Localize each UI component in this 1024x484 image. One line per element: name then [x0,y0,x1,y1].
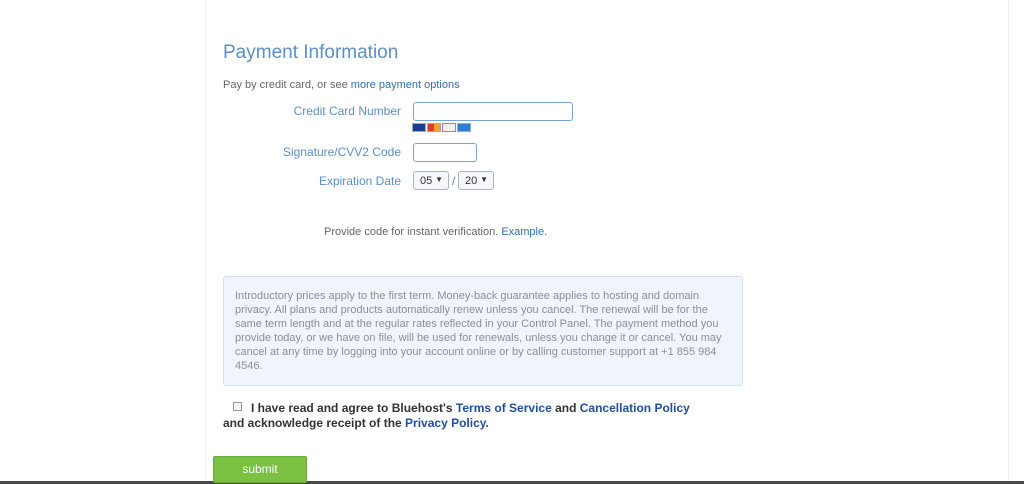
privacy-policy-link[interactable]: Privacy Policy. [405,416,489,430]
agreement: I have read and agree to Bluehost's Term… [223,401,703,431]
mastercard-icon [427,123,441,132]
payment-subtitle: Pay by credit card, or see more payment … [223,79,460,91]
more-payment-options-link[interactable]: more payment options [351,79,460,91]
notice-text: Introductory prices apply to the first t… [235,290,722,372]
submit-button[interactable]: submit [213,456,307,483]
cvv-input[interactable] [413,143,477,162]
cvv-label: Signature/CVV2 Code [282,145,401,159]
expiration-year-value: 20 [465,174,478,187]
expiration-label: Expiration Date [318,174,401,188]
expiration-month-select[interactable]: 05 ▼ [413,171,449,190]
amex-icon [457,123,471,132]
chevron-down-icon: ▼ [435,175,443,184]
verification-note: Provide code for instant verification. E… [324,226,547,238]
agree-text-3: and acknowledge receipt of the [223,416,406,430]
subtitle-text: Pay by credit card, or see [223,79,351,91]
visa-icon [412,123,426,132]
cancellation-policy-link[interactable]: Cancellation Policy [580,401,690,415]
terms-of-service-link[interactable]: Terms of Service [456,401,552,415]
expiration-separator: / [452,174,456,188]
page-title: Payment Information [223,42,399,63]
agree-checkbox[interactable] [233,402,242,411]
renewal-notice: Introductory prices apply to the first t… [223,276,743,386]
expiration-month-value: 05 [420,174,433,187]
card-logos [412,123,471,132]
credit-card-label: Credit Card Number [293,104,401,118]
chevron-down-icon: ▼ [480,175,488,184]
credit-card-input[interactable] [413,102,573,121]
agree-text-1: I have read and agree to Bluehost's [251,401,456,415]
discover-icon [442,123,456,132]
verify-text: Provide code for instant verification. [324,226,502,238]
expiration-year-select[interactable]: 20 ▼ [458,171,494,190]
agree-text-2: and [551,401,580,415]
example-link[interactable]: Example. [501,226,547,238]
